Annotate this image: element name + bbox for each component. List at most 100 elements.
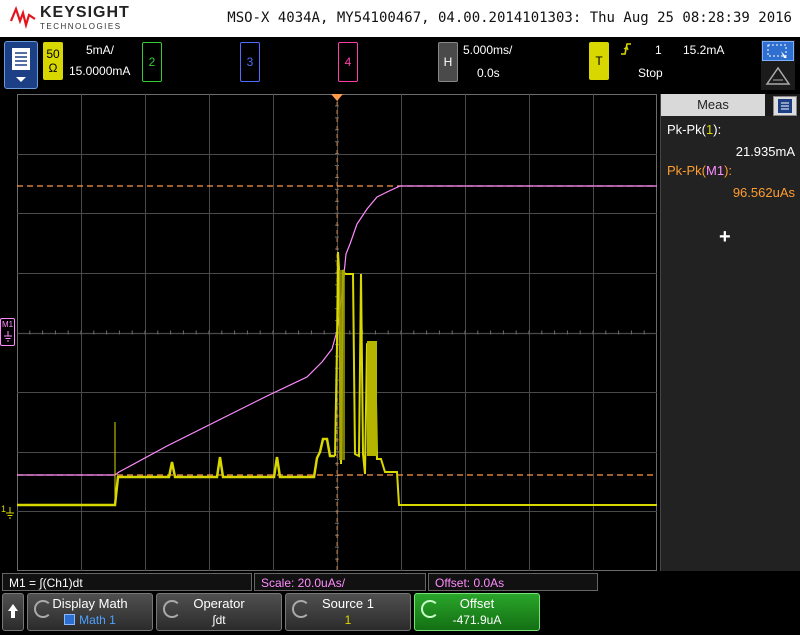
grid-tick: [144, 330, 146, 335]
grid-tick: [566, 330, 568, 335]
trigger-button[interactable]: T: [589, 42, 609, 80]
grid-tick: [67, 330, 69, 335]
grid-tick: [285, 330, 287, 335]
meas-settings-button[interactable]: [773, 96, 797, 116]
measurement-1-value: 21.935mA: [735, 144, 795, 159]
horizontal-label: H: [443, 55, 453, 69]
trigger-level[interactable]: 15.2mA: [683, 43, 724, 57]
back-button[interactable]: [2, 593, 24, 631]
grid-tick: [426, 330, 428, 335]
grid-tick: [349, 330, 351, 335]
softkey-offset[interactable]: Offset -471.9uA: [414, 593, 540, 631]
trigger-label: T: [595, 54, 603, 68]
meas2-prefix: Pk-Pk(: [667, 163, 706, 178]
softkey-value: -471.9uA: [452, 613, 502, 627]
grid-tick: [29, 330, 31, 335]
grid-tick: [157, 330, 159, 335]
measurement-2-label[interactable]: Pk-Pk(M1):: [667, 163, 732, 178]
ch4-button[interactable]: 4: [338, 42, 358, 82]
grid-tick: [54, 330, 56, 335]
math-offset: Offset: 0.0As: [428, 573, 598, 591]
grid-tick: [438, 330, 440, 335]
meas1-prefix: Pk-Pk(: [667, 122, 706, 137]
keysight-logo-icon: [10, 5, 36, 29]
softkey-value: ∫dt: [212, 613, 226, 627]
softkey-source-1[interactable]: Source 1 1: [285, 593, 411, 631]
horizontal-delay[interactable]: 0.0s: [477, 66, 500, 80]
grid-tick: [259, 330, 261, 335]
softkey-value: Math 1: [79, 613, 116, 627]
m1-ground-marker[interactable]: M1: [0, 318, 15, 346]
grid-tick: [234, 330, 236, 335]
horizontal-button[interactable]: H: [438, 42, 458, 82]
meas-list: Pk-Pk(1): 21.935mA Pk-Pk(M1): 96.562uAs …: [661, 116, 800, 571]
select-box-icon: [767, 44, 787, 58]
grid-tick: [106, 330, 108, 335]
grid-tick: [17, 330, 18, 335]
measurement-2-value: 96.562uAs: [732, 185, 795, 200]
softkey-label: Source 1: [321, 596, 375, 611]
softkey-display-math[interactable]: Display Math Math 1: [27, 593, 153, 631]
math-scale: Scale: 20.0uAs/: [254, 573, 426, 591]
ch2-label: 2: [148, 55, 156, 69]
zoom-gesture-icon: [765, 66, 791, 85]
grid-tick: [554, 330, 556, 335]
grid-tick: [170, 330, 172, 335]
trigger-position-marker: [331, 94, 343, 101]
ch1-impedance-button[interactable]: 50 Ω: [43, 42, 63, 80]
trigger-source[interactable]: 1: [655, 43, 662, 57]
grid-tick: [477, 330, 479, 335]
grid-tick: [208, 330, 210, 335]
ch1-scale[interactable]: 5mA/: [86, 43, 114, 57]
grid-tick: [195, 330, 197, 335]
meas1-suffix: ):: [713, 122, 722, 137]
softkey-label: Offset: [459, 596, 495, 611]
grid-tick: [605, 330, 607, 335]
meas-tab[interactable]: Meas: [661, 94, 765, 116]
grid-tick: [643, 330, 645, 335]
grid-tick: [490, 330, 492, 335]
waveform-display[interactable]: [17, 94, 657, 571]
horizontal-time-scale[interactable]: 5.000ms/: [463, 43, 512, 57]
brand-name: KEYSIGHT: [40, 4, 130, 21]
grid-tick: [451, 330, 453, 335]
ch1-ground-marker[interactable]: 1: [0, 504, 15, 524]
grid-tick: [502, 330, 504, 335]
grid-tick: [335, 498, 339, 500]
grid-tick: [272, 330, 274, 335]
list-icon: [778, 99, 792, 113]
grid-tick: [118, 330, 120, 335]
menu-button[interactable]: [4, 41, 38, 89]
rising-edge-icon: [621, 43, 631, 55]
m1-marker-label: M1: [2, 320, 14, 329]
ch1-offset[interactable]: 15.0000mA: [69, 64, 130, 78]
grid-tick: [387, 330, 389, 335]
grid-tick: [374, 330, 376, 335]
grid-tick: [131, 330, 133, 335]
ch1-impedance-bottom: Ω: [48, 61, 58, 75]
grid-tick: [579, 330, 581, 335]
ch2-button[interactable]: 2: [142, 42, 162, 82]
measurement-1-label[interactable]: Pk-Pk(1):: [667, 122, 721, 137]
grid-tick: [80, 330, 82, 335]
grid-tick: [42, 330, 44, 335]
measurement-panel: Meas Pk-Pk(1): 21.935mA Pk-Pk(M1): 96.56…: [660, 94, 800, 571]
grid-tick: [93, 330, 95, 335]
grid-tick: [656, 330, 657, 335]
ch1-impedance-top: 50: [46, 47, 60, 61]
grid-tick: [335, 522, 339, 524]
meas2-channel: M1: [706, 163, 725, 178]
grid-tick: [618, 330, 620, 335]
add-measurement-button[interactable]: +: [719, 226, 731, 249]
grid-tick: [400, 330, 402, 335]
ground-icon: [6, 507, 14, 519]
brand-sub: TECHNOLOGIES: [40, 22, 122, 31]
grid-tick: [335, 546, 339, 548]
cursor-mode-button[interactable]: [761, 40, 795, 90]
ch3-button[interactable]: 3: [240, 42, 260, 82]
grid-tick: [335, 212, 339, 214]
softkey-operator[interactable]: Operator ∫dt: [156, 593, 282, 631]
grid-tick: [246, 330, 248, 335]
top-banner: KEYSIGHT TECHNOLOGIES MSO-X 4034A, MY541…: [0, 0, 800, 37]
grid-tick: [541, 330, 543, 335]
